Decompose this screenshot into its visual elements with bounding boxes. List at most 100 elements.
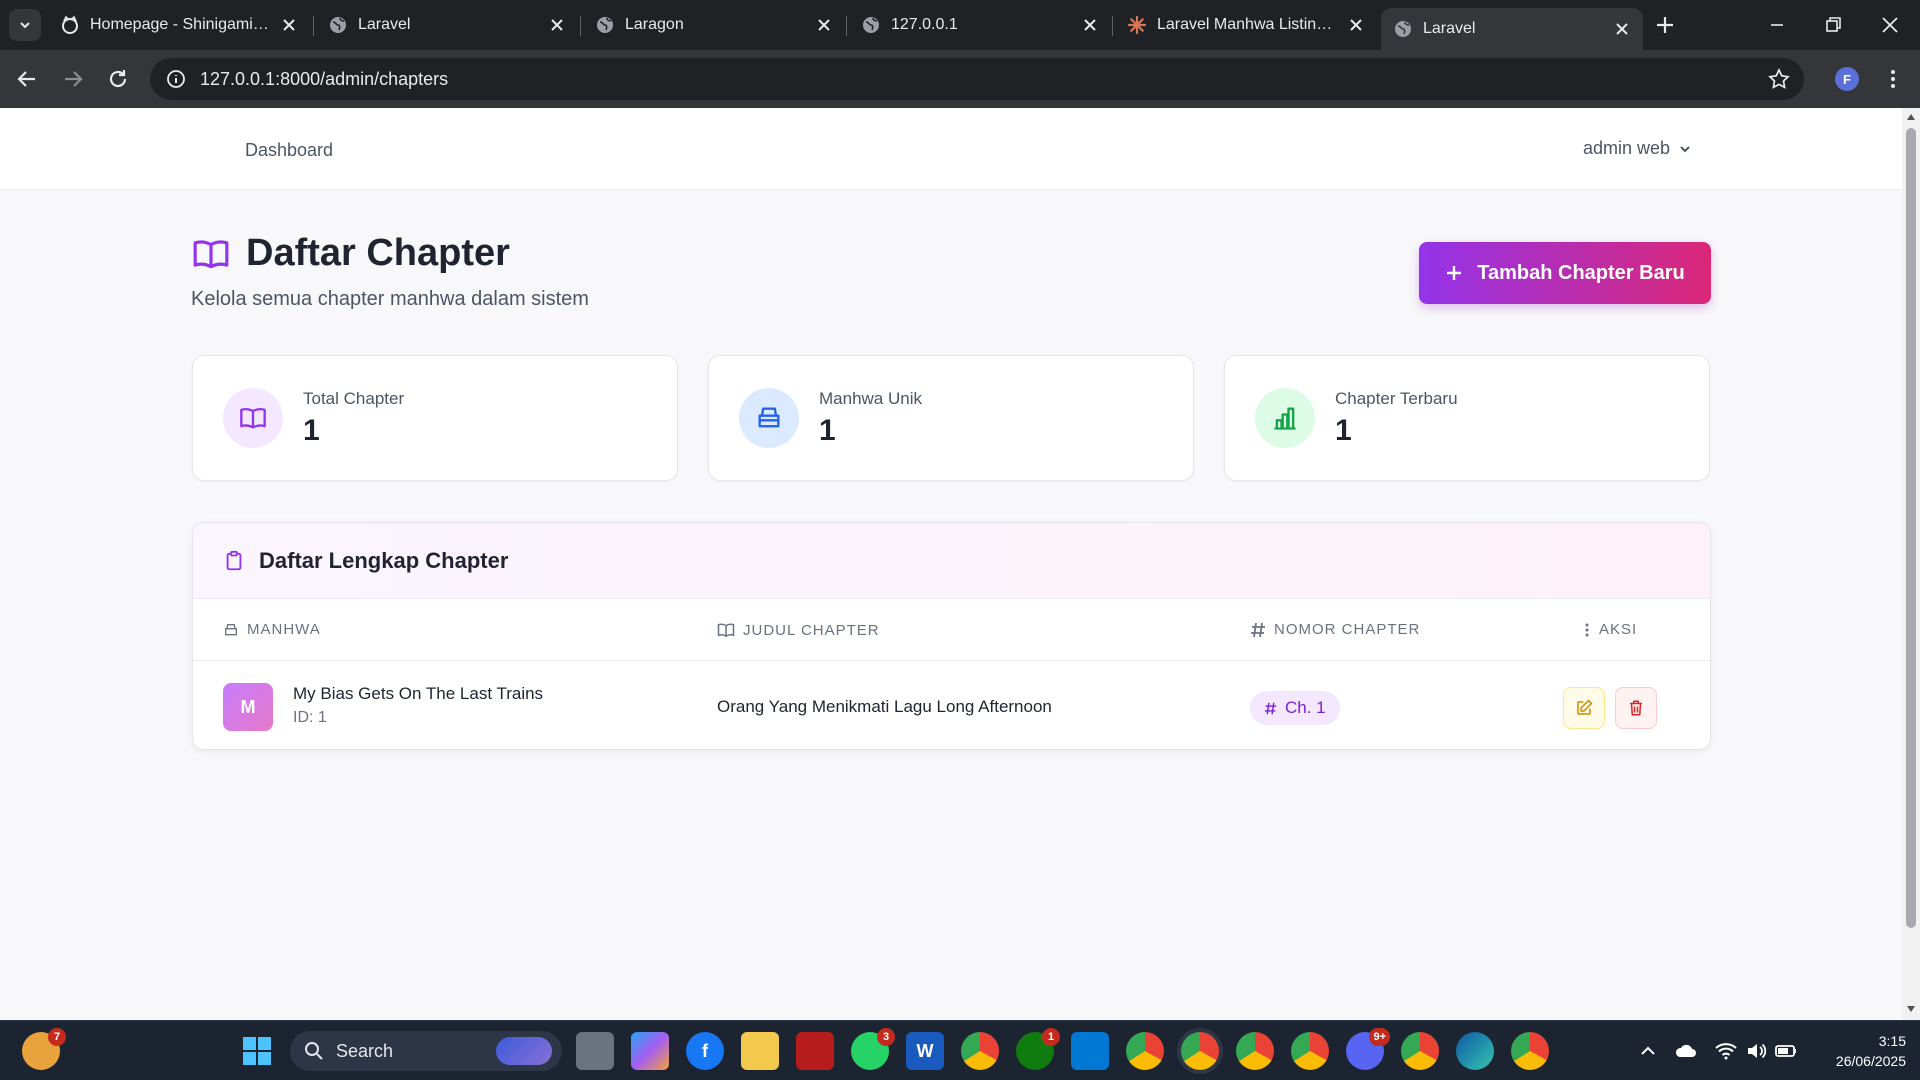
- chrome-profile-icon[interactable]: [1236, 1032, 1274, 1070]
- forward-arrow-icon[interactable]: [59, 65, 87, 93]
- whatsapp-badge: 3: [877, 1028, 895, 1046]
- chapter-table-panel: Daftar Lengkap Chapter MANHWA JUDUL CHAP…: [192, 522, 1711, 750]
- widgets-icon[interactable]: 7: [22, 1028, 66, 1070]
- page-viewport: Dashboard admin web Daftar Chapter Kelol…: [0, 108, 1902, 1020]
- browser-toolbar: 127.0.0.1:8000/admin/chapters: [0, 50, 1920, 108]
- tab-separator: [580, 16, 581, 36]
- discord-icon[interactable]: 9+: [1346, 1028, 1390, 1070]
- task-view-icon[interactable]: [576, 1032, 614, 1070]
- site-info-icon[interactable]: [166, 69, 186, 89]
- column-label: MANHWA: [247, 621, 321, 638]
- close-icon[interactable]: [1347, 16, 1365, 34]
- chevron-up-icon[interactable]: [1636, 1039, 1660, 1063]
- chevron-down-icon: [1680, 145, 1690, 152]
- scroll-up-arrow-icon[interactable]: [1907, 114, 1915, 120]
- tab-title: Laragon: [625, 16, 684, 33]
- close-icon[interactable]: [280, 16, 298, 34]
- close-icon[interactable]: [815, 16, 833, 34]
- user-menu[interactable]: admin web: [1583, 138, 1692, 159]
- globe-icon: [597, 17, 613, 33]
- chrome-profile-icon[interactable]: [1511, 1032, 1549, 1070]
- manhwa-title: My Bias Gets On The Last Trains: [293, 684, 544, 703]
- top-navigation: Dashboard admin web: [0, 108, 1902, 190]
- page-scrollbar[interactable]: [1902, 108, 1920, 1020]
- column-label: JUDUL CHAPTER: [743, 621, 880, 639]
- game-launcher-icon[interactable]: [796, 1032, 834, 1070]
- more-menu-icon[interactable]: [1884, 64, 1902, 94]
- volume-icon[interactable]: [1744, 1039, 1768, 1063]
- xbox-icon[interactable]: 1: [1016, 1028, 1060, 1070]
- taskbar-search[interactable]: Search: [290, 1031, 562, 1071]
- stat-card-manhwa-unik: Manhwa Unik 1: [708, 355, 1194, 481]
- tab-shinigami[interactable]: Homepage - Shinigami Sca: [48, 8, 310, 42]
- table-header: MANHWA JUDUL CHAPTER NOMOR CHAPTER AKSI: [193, 599, 1710, 661]
- stat-label: Chapter Terbaru: [1335, 389, 1458, 408]
- close-icon[interactable]: [548, 16, 566, 34]
- add-chapter-label: Tambah Chapter Baru: [1477, 261, 1685, 284]
- search-icon: [305, 1042, 323, 1060]
- start-logo-icon: [243, 1037, 271, 1065]
- file-explorer-icon[interactable]: [741, 1032, 779, 1070]
- delete-button[interactable]: [1615, 687, 1657, 729]
- chrome-profile-icon[interactable]: [1291, 1032, 1329, 1070]
- tab-laravel-1[interactable]: Laravel: [316, 8, 578, 42]
- stat-icon-wrap: [1255, 388, 1315, 448]
- word-icon[interactable]: W: [906, 1032, 944, 1070]
- new-tab-icon[interactable]: [1652, 12, 1678, 38]
- chrome-profile-icon[interactable]: [1126, 1032, 1164, 1070]
- system-clock[interactable]: 3:15 26/06/2025: [1810, 1031, 1906, 1071]
- tab-laragon[interactable]: Laragon: [583, 8, 845, 42]
- close-icon[interactable]: [1613, 20, 1631, 38]
- copilot-icon[interactable]: [631, 1032, 669, 1070]
- chapter-number: Ch. 1: [1285, 698, 1326, 717]
- address-bar[interactable]: 127.0.0.1:8000/admin/chapters: [150, 58, 1804, 100]
- discord-badge: 9+: [1369, 1028, 1390, 1046]
- tab-claude[interactable]: Laravel Manhwa Listing Pa: [1115, 8, 1377, 42]
- add-chapter-button[interactable]: Tambah Chapter Baru: [1419, 242, 1711, 304]
- chrome-icon[interactable]: [961, 1032, 999, 1070]
- facebook-icon[interactable]: f: [686, 1032, 724, 1070]
- edge-icon[interactable]: [1456, 1032, 1494, 1070]
- nav-dashboard-link[interactable]: Dashboard: [245, 140, 333, 161]
- whatsapp-icon[interactable]: 3: [851, 1028, 895, 1070]
- tab-localhost[interactable]: 127.0.0.1: [849, 8, 1111, 42]
- windows-taskbar: 7 Search f 3 W 1 9+ 3:15 26/06/2025: [0, 1020, 1920, 1080]
- scroll-down-arrow-icon[interactable]: [1907, 1006, 1915, 1012]
- reload-icon[interactable]: [104, 65, 132, 93]
- column-label: AKSI: [1599, 621, 1638, 638]
- stat-label: Manhwa Unik: [819, 389, 922, 408]
- tab-title: Laravel Manhwa Listing Pa: [1157, 16, 1339, 33]
- minimize-icon[interactable]: [1764, 12, 1790, 38]
- chrome-active-icon[interactable]: [1181, 1032, 1219, 1070]
- bookmark-star-icon[interactable]: [1768, 68, 1790, 90]
- column-header-aksi: AKSI: [1583, 621, 1637, 638]
- close-icon[interactable]: [1081, 16, 1099, 34]
- archive-icon: [758, 407, 780, 428]
- panel-title: Daftar Lengkap Chapter: [259, 547, 509, 573]
- clock-date: 26/06/2025: [1835, 1053, 1906, 1069]
- stat-label: Total Chapter: [303, 389, 405, 408]
- close-window-icon[interactable]: [1877, 12, 1903, 38]
- chrome-profile-icon[interactable]: [1401, 1032, 1439, 1070]
- stat-value: 1: [303, 414, 320, 447]
- wifi-icon[interactable]: [1714, 1039, 1738, 1063]
- search-label: Search: [336, 1040, 394, 1061]
- back-arrow-icon[interactable]: [13, 65, 41, 93]
- onedrive-icon[interactable]: [1674, 1039, 1698, 1063]
- chapter-title: Orang Yang Menikmati Lagu Long Afternoon: [717, 697, 1052, 716]
- manhwa-id: ID: 1: [293, 709, 327, 726]
- vscode-icon[interactable]: [1071, 1032, 1109, 1070]
- tab-search-button[interactable]: [9, 9, 41, 41]
- search-highlight-icon: [496, 1037, 552, 1065]
- battery-icon[interactable]: [1774, 1039, 1798, 1063]
- scrollbar-thumb[interactable]: [1906, 128, 1916, 928]
- tab-title: Laravel: [1423, 20, 1476, 37]
- edit-button[interactable]: [1563, 687, 1605, 729]
- column-header-judul: JUDUL CHAPTER: [717, 621, 880, 639]
- profile-avatar[interactable]: F: [1835, 67, 1859, 91]
- page-heading: Daftar Chapter: [246, 232, 510, 274]
- tab-laravel-active[interactable]: Laravel: [1381, 8, 1643, 50]
- archive-icon: [225, 623, 237, 635]
- restore-icon[interactable]: [1820, 12, 1846, 38]
- windows-start-icon[interactable]: [238, 1032, 276, 1070]
